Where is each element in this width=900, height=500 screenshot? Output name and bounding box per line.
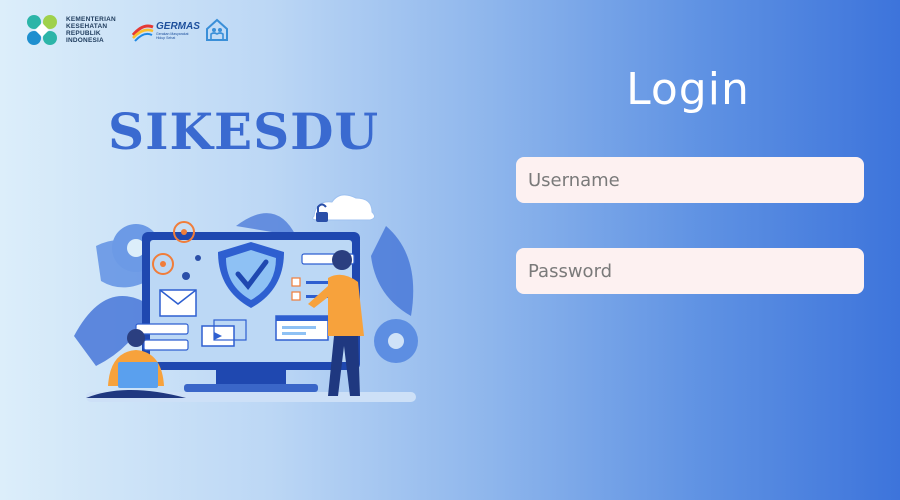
login-title: Login xyxy=(626,64,750,115)
kemenkes-line: KESEHATAN xyxy=(66,23,108,30)
germas-label: GERMAS xyxy=(156,20,200,32)
kemenkes-logo: KEMENTERIAN KESEHATAN REPUBLIK INDONESIA xyxy=(24,12,116,48)
kemenkes-text: KEMENTERIAN KESEHATAN REPUBLIK INDONESIA xyxy=(66,16,116,44)
germas-logo: GERMAS Gerakan Masyarakat Hidup Sehat xyxy=(130,17,230,43)
home-family-icon xyxy=(205,18,228,41)
kemenkes-logo-icon xyxy=(27,15,57,45)
germas-text: GERMAS Gerakan Masyarakat Hidup Sehat xyxy=(156,21,200,40)
kemenkes-line: REPUBLIK xyxy=(66,30,101,37)
header-logos: KEMENTERIAN KESEHATAN REPUBLIK INDONESIA… xyxy=(24,10,230,50)
password-input[interactable] xyxy=(516,248,864,294)
kemenkes-line: KEMENTERIAN xyxy=(66,16,116,23)
germas-logo-icon xyxy=(131,24,154,42)
kemenkes-line: INDONESIA xyxy=(66,37,104,44)
app-brand-title: SIKESDU xyxy=(108,102,380,161)
username-input[interactable] xyxy=(516,157,864,203)
security-illustration xyxy=(74,194,418,402)
germas-tagline: Gerakan Masyarakat Hidup Sehat xyxy=(156,31,189,40)
